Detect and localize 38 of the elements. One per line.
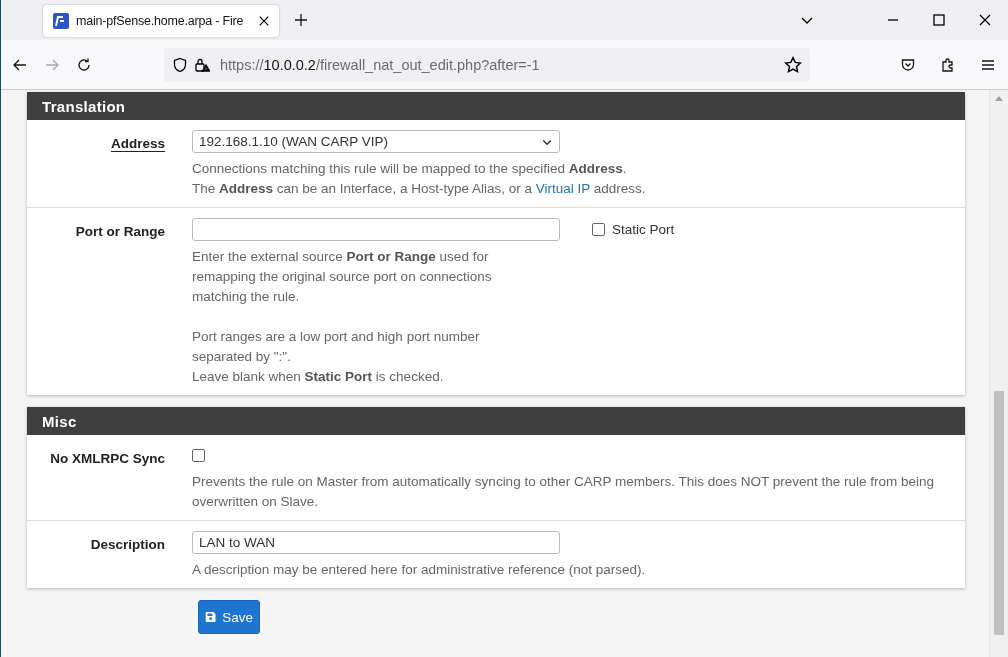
reload-icon[interactable] xyxy=(76,56,92,73)
section-heading: Translation xyxy=(27,92,965,120)
browser-tab[interactable]: main-pfSense.home.arpa - Fire xyxy=(43,5,279,37)
field-label[interactable]: Address xyxy=(110,130,165,151)
virtual-ip-link[interactable]: Virtual IP xyxy=(535,181,590,196)
help-text: Prevents the rule on Master from automatically syncing to other CARP members. This does NOT prevent the rule from being overwritten on Slave. xyxy=(192,473,936,511)
address-select[interactable]: 192.168.1.10 (WAN CARP VIP) xyxy=(192,130,560,153)
url-text: https://10.0.0.2/firewall_nat_out_edit.php?after=-1 xyxy=(220,56,541,73)
maximize-icon[interactable] xyxy=(931,12,947,28)
close-icon[interactable] xyxy=(257,14,271,28)
field-label: No XMLRPC Sync xyxy=(50,450,165,466)
shield-icon xyxy=(172,56,188,73)
address-bar[interactable]: https://10.0.0.2/firewall_nat_out_edit.php?after=-1 xyxy=(164,47,810,82)
section-heading: Misc xyxy=(27,407,965,435)
help-text: Enter the external source Port or Range used for remapping the original source port on connections matching the rule. xyxy=(192,248,493,306)
text-field[interactable]: LAN to WAN xyxy=(192,531,560,554)
pocket-icon[interactable] xyxy=(900,56,916,73)
site-logo-icon xyxy=(53,13,69,29)
help-text: Connections matching this rule will be mapped to the specified Address. xyxy=(192,160,628,178)
checkbox[interactable] xyxy=(192,449,205,462)
help-text: Port ranges are a low port and high port number separated by ":". xyxy=(192,328,481,366)
help-text: A description may be entered here for administrative reference (not parsed). xyxy=(192,561,647,579)
scrollbar-thumb[interactable] xyxy=(994,391,1004,635)
plus-icon[interactable] xyxy=(293,12,309,28)
checkbox[interactable] xyxy=(592,223,605,236)
lock-warning-icon xyxy=(194,56,210,73)
star-icon[interactable] xyxy=(784,55,802,74)
puzzle-icon[interactable] xyxy=(940,56,956,73)
close-icon[interactable] xyxy=(977,12,993,28)
help-text: Leave blank when Static Port is checked. xyxy=(192,368,445,386)
checkbox-label: Static Port xyxy=(612,222,675,237)
tab-title: main-pfSense.home.arpa - Fire xyxy=(76,14,245,28)
scrollbar[interactable] xyxy=(989,90,1008,657)
text-field[interactable] xyxy=(192,218,560,241)
field-label: Port or Range xyxy=(75,223,165,239)
help-text: The Address can be an Interface, a Host-type Alias, or a Virtual IP address. xyxy=(192,180,647,198)
field-label: Description xyxy=(90,536,165,552)
save-button[interactable]: Save xyxy=(198,600,260,634)
